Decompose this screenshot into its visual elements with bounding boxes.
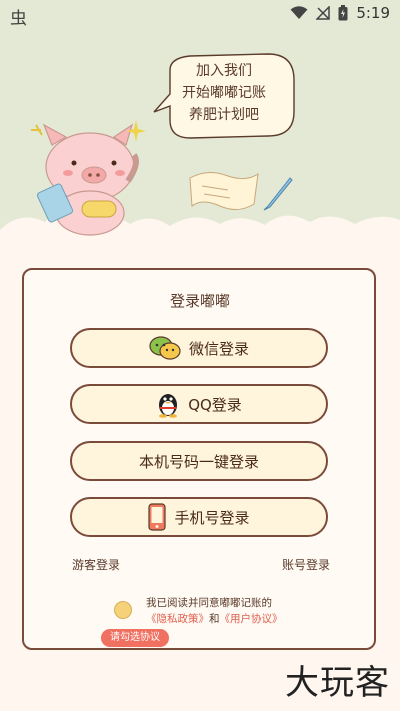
account-login-link[interactable]: 账号登录 bbox=[282, 556, 330, 573]
status-time: 5:19 bbox=[356, 4, 390, 22]
wechat-login-label: 微信登录 bbox=[188, 339, 249, 358]
phone-login-button[interactable]: 手机号登录 bbox=[70, 497, 328, 537]
one-click-login-label: 本机号码一键登录 bbox=[138, 452, 259, 471]
pen-icon bbox=[263, 177, 293, 211]
wechat-icon bbox=[149, 336, 181, 360]
bubble-line: 开始嘟嘟记账 bbox=[182, 85, 266, 101]
phone-icon bbox=[148, 503, 167, 531]
wechat-login-button[interactable]: 微信登录 bbox=[70, 328, 328, 368]
qq-login-label: QQ登录 bbox=[188, 395, 242, 414]
signal-off-icon bbox=[316, 6, 331, 20]
bubble-text: 加入我们 开始嘟嘟记账 养肥计划吧 bbox=[162, 60, 286, 126]
privacy-policy-link[interactable]: 《隐私政策》 bbox=[146, 613, 209, 625]
login-title: 登录嘟嘟 bbox=[169, 292, 230, 310]
qq-login-button[interactable]: QQ登录 bbox=[70, 384, 328, 424]
guest-login-link[interactable]: 游客登录 bbox=[72, 556, 120, 573]
agreement-text: 我已阅读并同意嘟嘟记账的 bbox=[146, 597, 272, 609]
user-agreement-link[interactable]: 《用户协议》 bbox=[220, 613, 283, 625]
qq-penguin-icon bbox=[159, 394, 178, 418]
bubble-line: 加入我们 bbox=[196, 63, 252, 79]
app-notification-icon: 虫 bbox=[10, 9, 27, 29]
agreement-checkbox[interactable] bbox=[114, 601, 132, 619]
sparkle-icon bbox=[126, 120, 146, 142]
paper-scroll-illustration bbox=[189, 172, 259, 210]
wifi-icon bbox=[290, 6, 308, 19]
bubble-line: 养肥计划吧 bbox=[189, 107, 259, 123]
phone-login-label: 手机号登录 bbox=[174, 508, 250, 527]
agreement-links: 《隐私政策》和《用户协议》 bbox=[146, 611, 283, 626]
watermark: 大玩客 bbox=[285, 663, 390, 703]
agreement-and: 和 bbox=[209, 613, 220, 625]
one-click-login-button[interactable]: 本机号码一键登录 bbox=[70, 441, 328, 481]
battery-charging-icon bbox=[338, 5, 348, 21]
agreement-tooltip: 请勾选协议 bbox=[101, 629, 169, 647]
status-bar: 虫 5:19 bbox=[0, 0, 400, 29]
